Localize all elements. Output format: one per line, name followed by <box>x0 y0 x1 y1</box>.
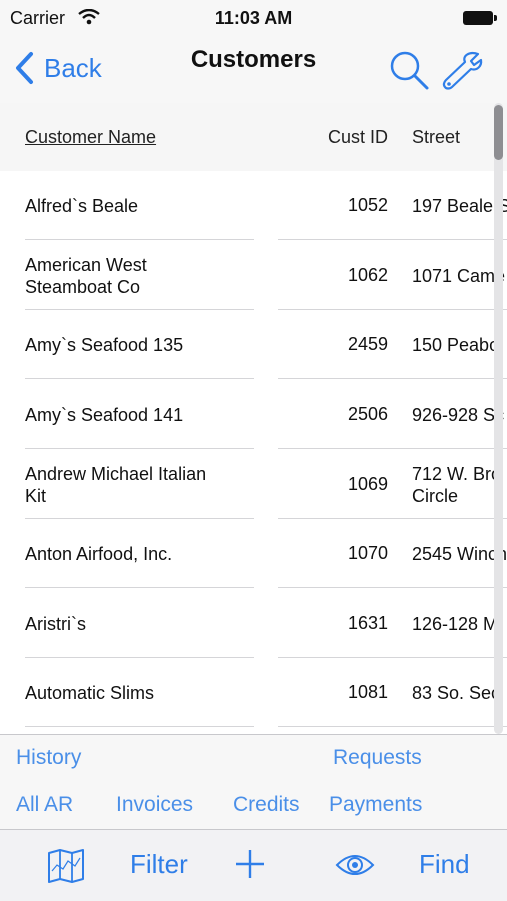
customer-name-cell: Anton Airfood, Inc. <box>25 543 173 564</box>
customer-name-cell: Automatic Slims <box>25 682 155 703</box>
scrollbar-thumb[interactable] <box>494 105 503 160</box>
table-row[interactable]: Amy`s Seafood 135 2459 150 Peabo <box>0 310 507 379</box>
customer-id-cell: 1052 <box>347 195 388 215</box>
customer-street-cell: 712 W. Bro Circle <box>412 463 502 506</box>
table-header: Customer Name Cust ID Street <box>0 103 507 171</box>
column-header-customer-name[interactable]: Customer Name <box>25 127 156 148</box>
status-bar: Carrier 11:03 AM <box>0 0 507 36</box>
column-header-cust-id[interactable]: Cust ID <box>290 127 388 148</box>
customer-id-cell: 2459 <box>347 334 388 354</box>
customer-id-cell: 1070 <box>347 543 388 563</box>
back-button[interactable]: Back <box>12 50 102 86</box>
row-divider <box>278 448 507 449</box>
find-button[interactable]: Find <box>419 849 470 880</box>
account-links-bar: All AR Invoices Credits Payments <box>0 782 507 829</box>
customer-id-cell: 1069 <box>347 474 388 494</box>
row-divider <box>25 239 254 240</box>
row-divider <box>25 448 254 449</box>
filter-button[interactable]: Filter <box>130 849 188 880</box>
customer-street-cell: 126-128 M <box>412 613 499 634</box>
invoices-link[interactable]: Invoices <box>116 793 193 817</box>
customer-id-cell: 1081 <box>347 682 388 702</box>
payments-link[interactable]: Payments <box>329 793 422 817</box>
customer-street-cell: 1071 Came <box>412 265 506 286</box>
row-divider <box>278 239 507 240</box>
back-label: Back <box>44 52 102 83</box>
row-divider <box>278 726 507 727</box>
row-divider <box>278 587 507 588</box>
table-scrollbar[interactable] <box>494 103 503 734</box>
row-divider <box>25 726 254 727</box>
table-row[interactable]: Automatic Slims 1081 83 So. Sec <box>0 658 507 727</box>
customer-id-cell: 1062 <box>347 265 388 285</box>
credits-link[interactable]: Credits <box>233 793 300 817</box>
customer-street-cell: 83 So. Sec <box>412 682 501 703</box>
bottom-toolbar: Filter Find <box>0 829 507 901</box>
table-row[interactable]: Amy`s Seafood 141 2506 926-928 Sc <box>0 380 507 449</box>
table-row[interactable]: Alfred`s Beale 1052 197 Beale St <box>0 171 507 240</box>
customer-id-cell: 2506 <box>347 404 388 424</box>
row-divider <box>25 587 254 588</box>
map-icon[interactable] <box>47 849 85 883</box>
battery-icon <box>463 11 497 25</box>
customer-street-cell: 150 Peabo <box>412 334 500 355</box>
customer-id-cell: 1631 <box>347 613 388 633</box>
customer-table: Alfred`s Beale 1052 197 Beale St America… <box>0 171 507 734</box>
plus-icon[interactable] <box>234 848 266 880</box>
all-ar-link[interactable]: All AR <box>16 793 73 817</box>
requests-link[interactable]: Requests <box>333 746 422 770</box>
customer-name-cell: Alfred`s Beale <box>25 195 139 216</box>
customer-name-cell: Andrew Michael Italian Kit <box>25 463 207 506</box>
navigation-bar: Back Customers <box>0 36 507 104</box>
wrench-icon[interactable] <box>440 49 484 91</box>
history-link[interactable]: History <box>16 746 81 770</box>
table-row[interactable]: Anton Airfood, Inc. 1070 2545 Winch <box>0 519 507 588</box>
chevron-left-icon <box>16 52 33 84</box>
customer-street-cell: 197 Beale St <box>412 195 507 216</box>
search-icon[interactable] <box>388 49 430 91</box>
status-time: 11:03 AM <box>214 8 293 28</box>
column-header-street[interactable]: Street <box>412 127 460 148</box>
customer-name-cell: Amy`s Seafood 135 <box>25 334 184 355</box>
table-row[interactable]: American West Steamboat Co 1062 1071 Came <box>0 241 507 310</box>
eye-icon[interactable] <box>335 852 375 878</box>
customer-street-cell: 926-928 Sc <box>412 404 505 425</box>
customer-name-cell: Amy`s Seafood 141 <box>25 404 184 425</box>
row-divider <box>25 378 254 379</box>
customer-street-cell: 2545 Winch <box>412 543 507 564</box>
table-row[interactable]: Aristri`s 1631 126-128 M <box>0 589 507 658</box>
customer-name-cell: American West Steamboat Co <box>25 254 147 297</box>
customer-name-cell: Aristri`s <box>25 613 86 634</box>
secondary-links-bar: History Requests <box>0 734 507 783</box>
row-divider <box>278 378 507 379</box>
table-row[interactable]: Andrew Michael Italian Kit 1069 712 W. Br… <box>0 450 507 519</box>
